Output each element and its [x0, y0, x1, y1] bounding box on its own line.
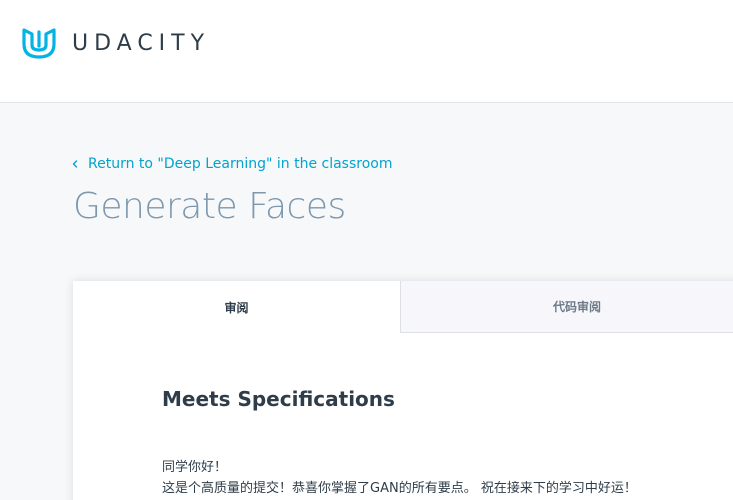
back-link-label: Return to "Deep Learning" in the classro…: [88, 156, 393, 172]
review-comment: 同学你好！ 这是个高质量的提交！恭喜你掌握了GAN的所有要点。 祝在接来下的学习…: [162, 457, 637, 499]
back-to-classroom-link[interactable]: Return to "Deep Learning" in the classro…: [70, 156, 392, 172]
review-tabs: 审阅 代码审阅: [73, 281, 733, 333]
tab-review-label: 审阅: [224, 300, 249, 315]
chevron-left-icon: [72, 160, 78, 168]
tab-review[interactable]: 审阅: [73, 281, 400, 333]
udacity-logo[interactable]: UDACITY: [20, 24, 210, 62]
site-header: UDACITY: [0, 0, 733, 103]
tab-code-review[interactable]: 代码审阅: [400, 281, 733, 333]
review-comment-line: 同学你好！: [162, 460, 228, 475]
review-comment-line: 这是个高质量的提交！恭喜你掌握了GAN的所有要点。 祝在接来下的学习中好运！: [162, 481, 637, 496]
tab-code-review-label: 代码审阅: [552, 300, 601, 314]
review-result-heading: Meets Specifications: [162, 387, 395, 411]
page-title: Generate Faces: [73, 186, 346, 227]
udacity-logo-icon: [22, 28, 56, 59]
review-card: 审阅 代码审阅 Meets Specifications 同学你好！ 这是个高质…: [73, 281, 733, 500]
brand-name: UDACITY: [72, 30, 211, 56]
